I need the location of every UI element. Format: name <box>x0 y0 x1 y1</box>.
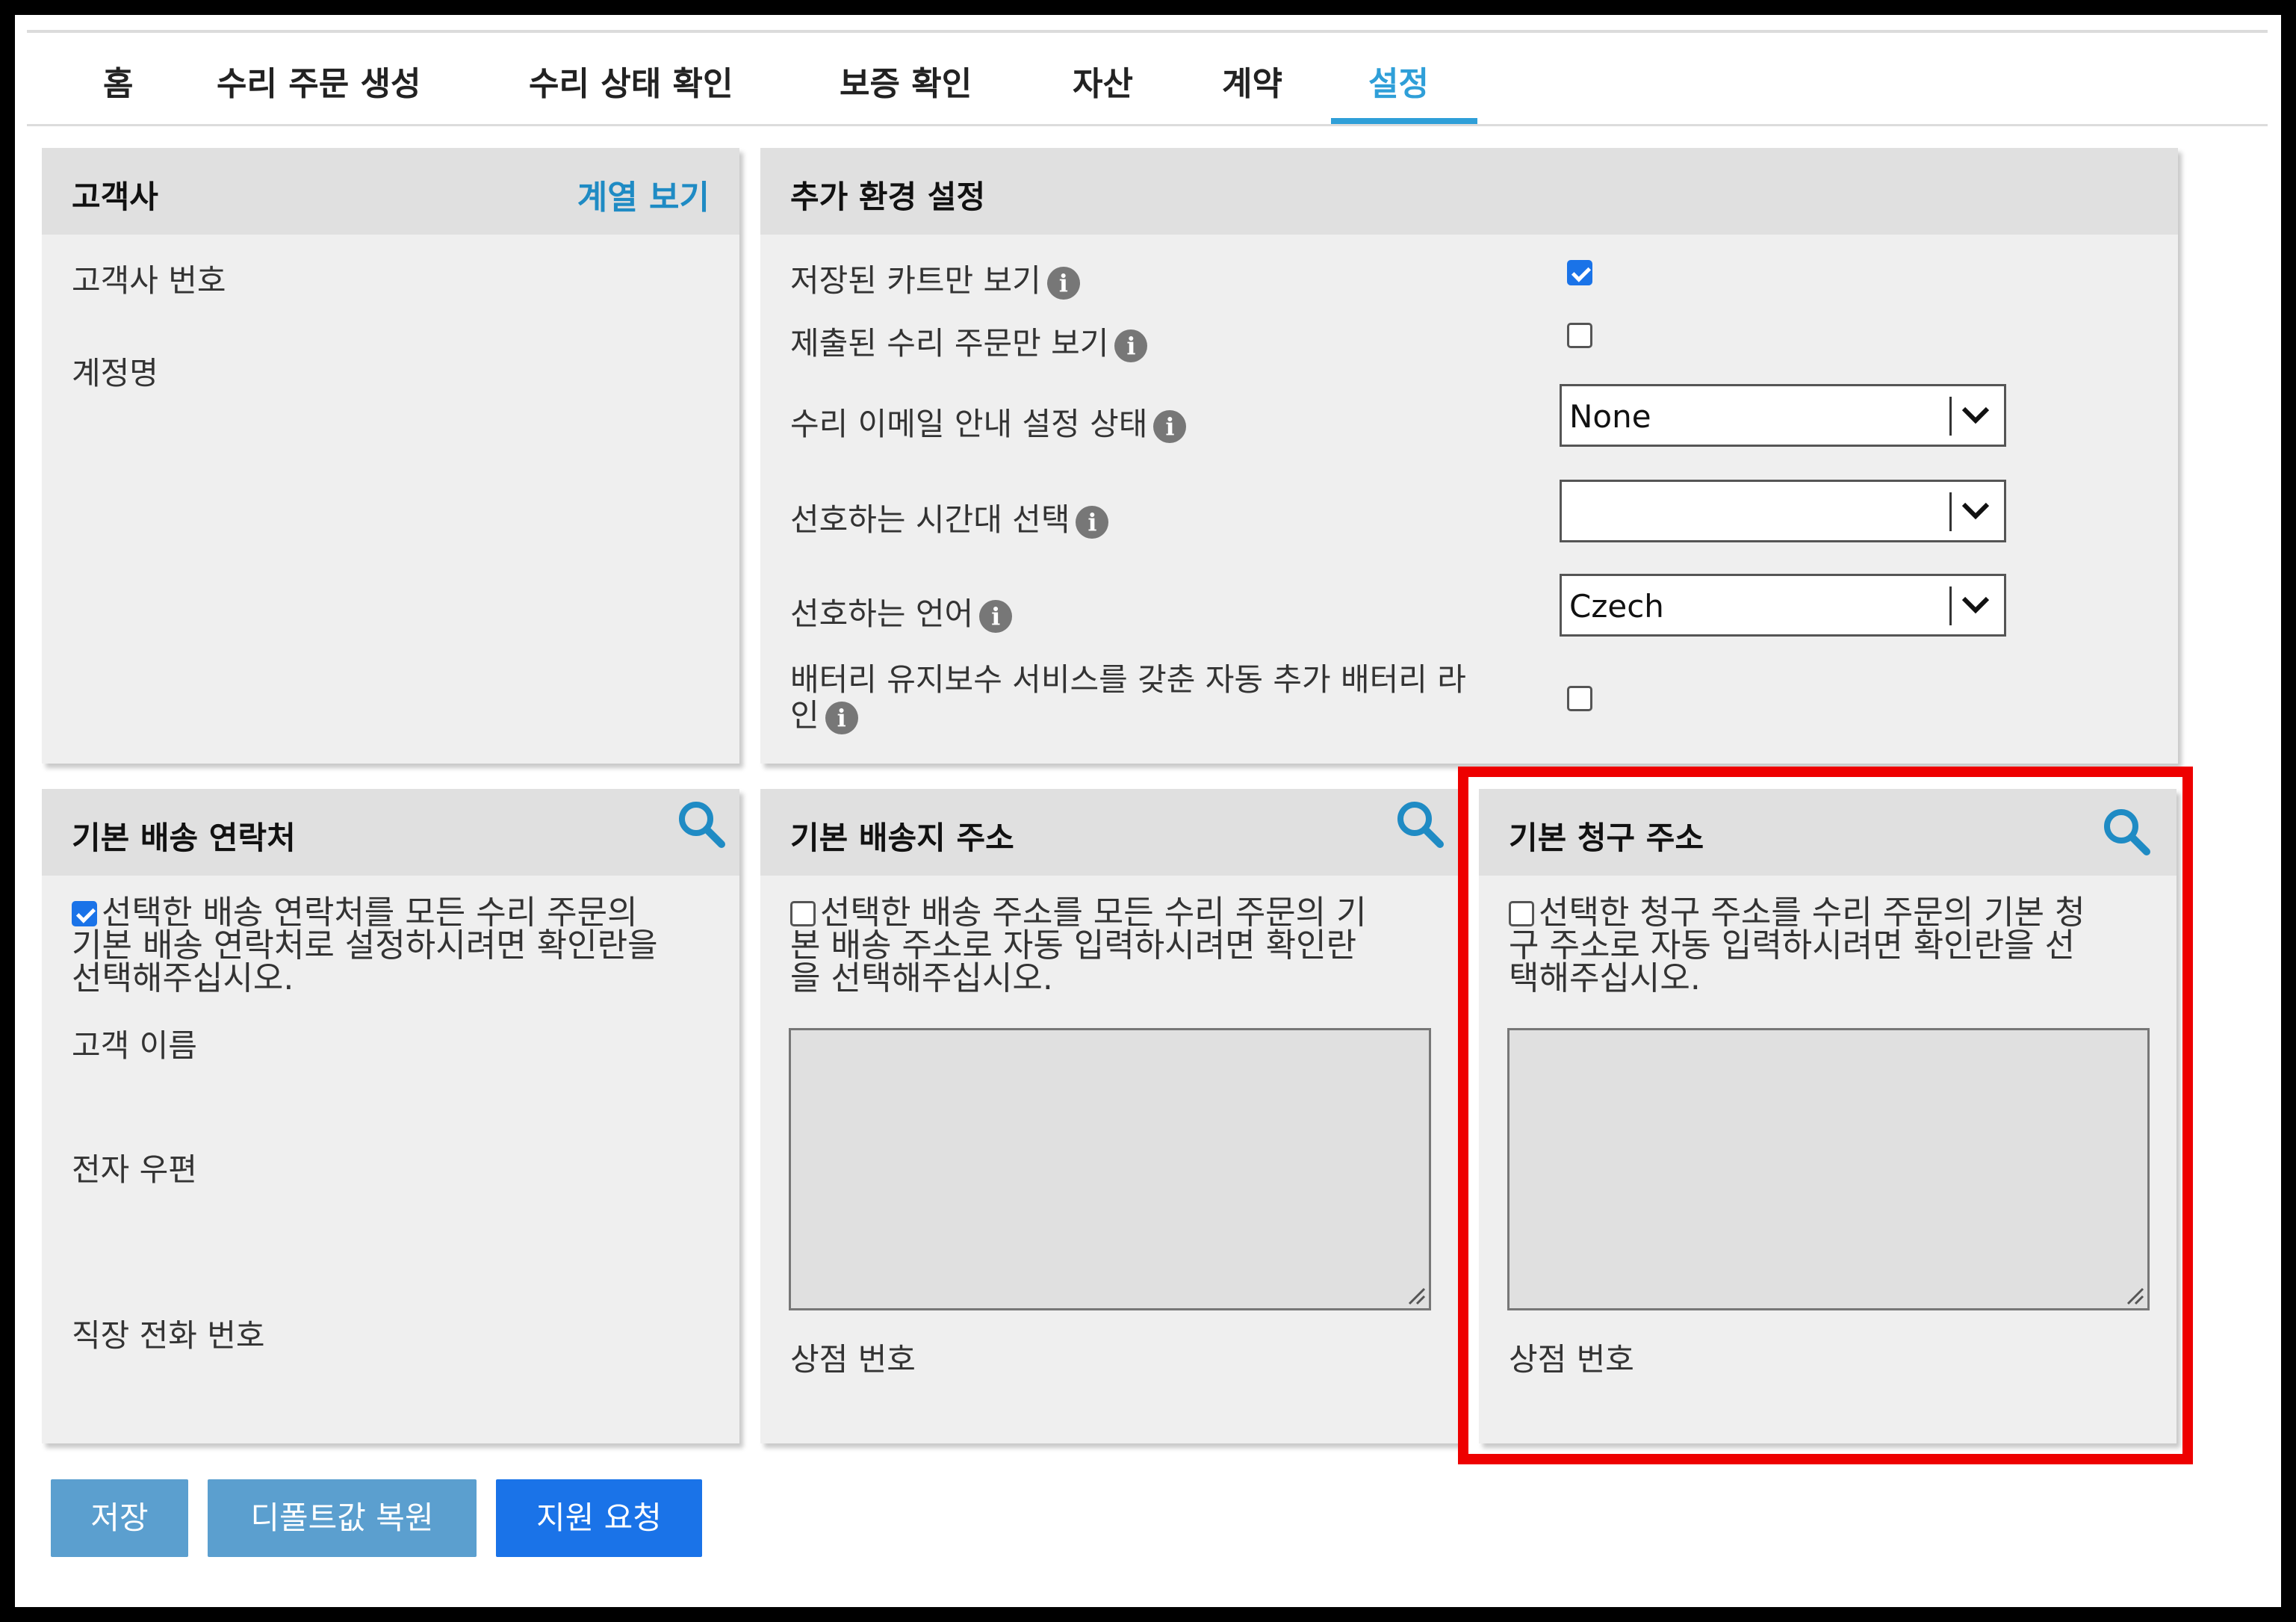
language-label: 선호하는 언어 i <box>790 589 1013 634</box>
info-icon[interactable]: i <box>825 701 858 734</box>
active-tab-indicator <box>1331 118 1477 124</box>
saved-cart-only-label: 저장된 카트만 보기 i <box>790 256 1080 301</box>
support-request-button[interactable]: 지원 요청 <box>496 1479 702 1557</box>
timezone-label: 선호하는 시간대 선택 i <box>790 495 1109 540</box>
shipping-address-textarea[interactable] <box>789 1028 1431 1310</box>
info-icon[interactable]: i <box>1046 266 1080 300</box>
select-separator <box>1949 586 1952 625</box>
battery-service-text-line1: 배터리 유지보수 서비스를 갖춘 자동 추가 배터리 라 <box>790 661 1466 698</box>
info-icon[interactable]: i <box>1153 409 1187 443</box>
tab-home[interactable]: 홈 <box>103 57 133 105</box>
email-notification-label: 수리 이메일 안내 설정 상태 i <box>790 399 1187 445</box>
language-value: Czech <box>1569 588 1664 625</box>
work-phone-label: 직장 전화 번호 <box>72 1317 265 1354</box>
chevron-down-icon <box>1961 406 1990 424</box>
tab-contracts[interactable]: 계약 <box>1222 57 1282 105</box>
email-notification-text: 수리 이메일 안내 설정 상태 <box>790 406 1148 442</box>
save-button[interactable]: 저장 <box>51 1479 188 1557</box>
timezone-text: 선호하는 시간대 선택 <box>790 501 1070 538</box>
shipping-contact-panel: 기본 배송 연락처 선택한 배송 연락처를 모든 수리 주문의 기본 배송 연락… <box>42 789 739 1443</box>
info-icon[interactable]: i <box>1114 329 1148 362</box>
chevron-down-icon <box>1961 596 1990 614</box>
customer-panel-header: 고객사 계열 보기 <box>42 148 739 235</box>
shipping-address-default-checkbox[interactable] <box>790 901 816 926</box>
desc-line: 선택해주십시오. <box>72 959 294 997</box>
saved-cart-only-text: 저장된 카트만 보기 <box>790 262 1041 299</box>
customer-panel: 고객사 계열 보기 고객사 번호 계정명 <box>42 148 739 764</box>
search-icon[interactable] <box>1394 798 1446 850</box>
tab-assets[interactable]: 자산 <box>1073 57 1133 105</box>
shipping-address-title: 기본 배송지 주소 <box>790 820 1014 856</box>
restore-defaults-button[interactable]: 디폴트값 복원 <box>208 1479 477 1557</box>
shipping-address-description: 선택한 배송 주소를 모든 수리 주문의 기 본 배송 주소로 자동 입력하시려… <box>790 897 1448 995</box>
language-select[interactable]: Czech <box>1560 574 2006 637</box>
top-divider <box>27 30 2268 33</box>
settings-panel-title: 추가 환경 설정 <box>790 179 986 215</box>
email-notification-value: None <box>1569 398 1651 435</box>
submitted-orders-only-label: 제출된 수리 주문만 보기 i <box>790 318 1148 364</box>
battery-service-text-line2: 인 <box>790 697 819 734</box>
resize-grip-icon[interactable] <box>1403 1283 1426 1305</box>
nav-tabs: 홈 수리 주문 생성 수리 상태 확인 보증 확인 자산 계약 설정 <box>27 34 2268 126</box>
shipping-contact-default-checkbox[interactable] <box>72 901 97 926</box>
view-affiliates-link[interactable]: 계열 보기 <box>577 170 710 218</box>
additional-settings-panel: 추가 환경 설정 저장된 카트만 보기 i 제출된 수리 주문만 보기 i 수리 이… <box>760 148 2178 764</box>
tab-warranty-check[interactable]: 보증 확인 <box>840 57 972 105</box>
email-notification-select[interactable]: None <box>1560 384 2006 447</box>
tab-create-repair-order[interactable]: 수리 주문 생성 <box>217 57 421 105</box>
saved-cart-only-checkbox[interactable] <box>1567 260 1592 285</box>
settings-panel-header: 추가 환경 설정 <box>760 148 2178 235</box>
submitted-orders-only-text: 제출된 수리 주문만 보기 <box>790 325 1109 362</box>
store-number-label: 상점 번호 <box>790 1341 916 1378</box>
customer-panel-title: 고객사 <box>72 179 158 215</box>
search-icon[interactable] <box>675 798 727 850</box>
shipping-address-panel: 기본 배송지 주소 선택한 배송 주소를 모든 수리 주문의 기 본 배송 주소… <box>760 789 1458 1443</box>
select-separator <box>1949 492 1952 531</box>
customer-name-label: 고객 이름 <box>72 1027 197 1064</box>
account-name-label: 계정명 <box>72 355 158 391</box>
customer-number-label: 고객사 번호 <box>72 262 226 299</box>
chevron-down-icon <box>1961 502 1990 520</box>
timezone-select[interactable] <box>1560 480 2006 542</box>
language-text: 선호하는 언어 <box>790 595 974 632</box>
submitted-orders-only-checkbox[interactable] <box>1567 323 1592 348</box>
battery-service-label: 배터리 유지보수 서비스를 갖춘 자동 추가 배터리 라인i <box>790 662 1466 734</box>
info-icon[interactable]: i <box>1076 505 1109 539</box>
shipping-contact-title: 기본 배송 연락처 <box>72 820 296 856</box>
tab-repair-status[interactable]: 수리 상태 확인 <box>529 57 733 105</box>
highlight-box <box>1458 767 2193 1464</box>
email-label: 전자 우편 <box>72 1151 197 1188</box>
select-separator <box>1949 397 1952 436</box>
info-icon[interactable]: i <box>979 599 1013 633</box>
desc-line: 을 선택해주십시오. <box>790 959 1053 997</box>
shipping-address-header: 기본 배송지 주소 <box>760 789 1458 876</box>
tab-settings[interactable]: 설정 <box>1368 57 1429 105</box>
battery-service-checkbox[interactable] <box>1567 686 1592 711</box>
shipping-contact-description: 선택한 배송 연락처를 모든 수리 주문의 기본 배송 연락처로 설정하시려면 … <box>72 897 729 995</box>
shipping-contact-header: 기본 배송 연락처 <box>42 789 739 876</box>
